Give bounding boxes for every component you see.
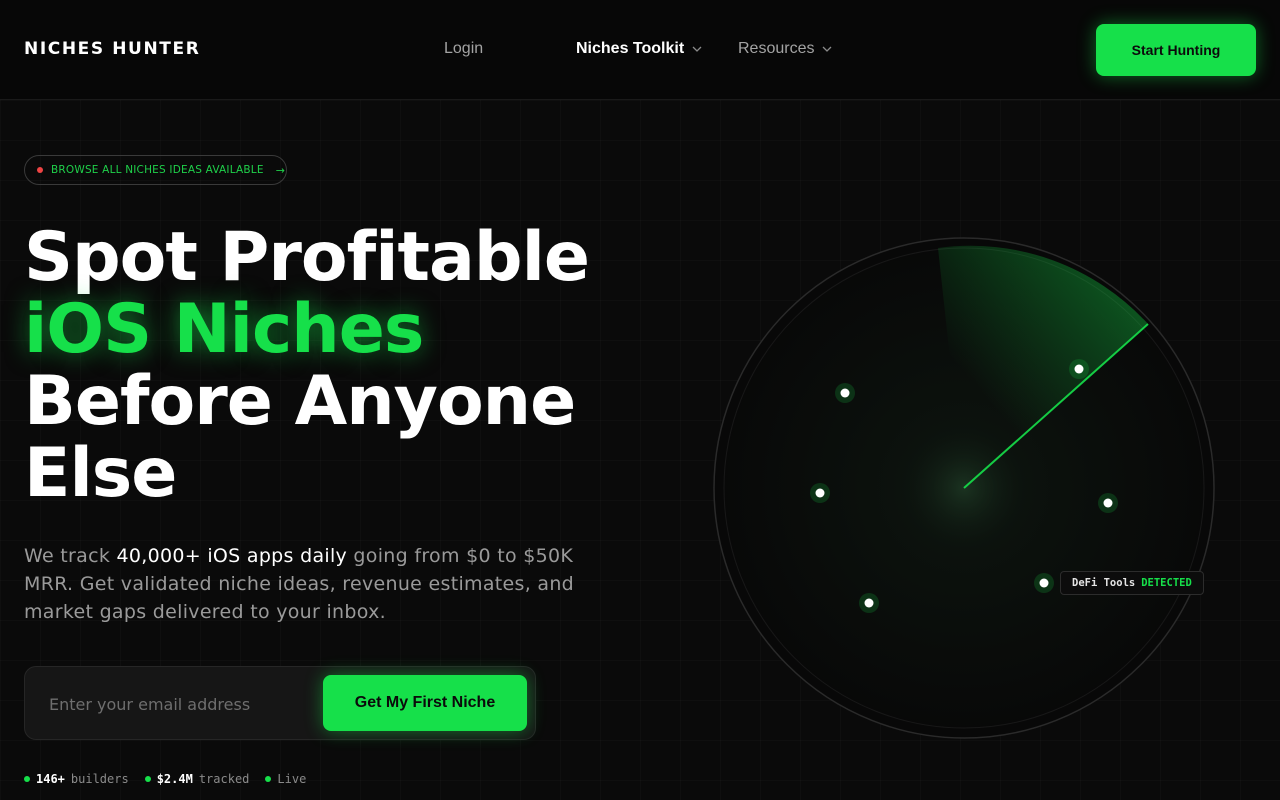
stat-builders-value: 146+ xyxy=(36,772,65,786)
hero-title-line-4: Else xyxy=(24,434,177,513)
status-dot-icon xyxy=(24,776,30,782)
stat-tracked-label: tracked xyxy=(198,772,250,786)
hero-title-line-3: Before Anyone xyxy=(24,362,576,441)
stat-builders: 146+ builders xyxy=(24,772,129,786)
arrow-right-icon: → xyxy=(275,163,286,177)
nav-niches-toolkit-label: Niches Toolkit xyxy=(576,40,685,57)
stat-builders-label: builders xyxy=(70,772,129,786)
stat-tracked: $2.4M tracked xyxy=(144,772,250,786)
browse-niches-label: BROWSE ALL NICHES IDEAS AVAILABLE xyxy=(51,164,264,176)
detected-niche-name: DeFi Tools xyxy=(1072,577,1136,589)
nav-login[interactable]: Login xyxy=(444,40,483,58)
detected-status: DETECTED xyxy=(1141,577,1192,589)
logo[interactable]: NICHES HUNTER xyxy=(24,39,200,59)
get-first-niche-button[interactable]: Get My First Niche xyxy=(323,675,527,731)
detected-niche-tag: DeFi Tools DETECTED xyxy=(1060,571,1204,595)
stat-live: Live xyxy=(265,772,306,786)
status-dot-icon xyxy=(37,167,43,173)
nav-niches-toolkit[interactable]: Niches Toolkit xyxy=(576,40,702,58)
email-signup-form: Get My First Niche xyxy=(24,666,536,740)
hero-title-line-2: iOS Niches xyxy=(24,290,424,369)
status-dot-icon xyxy=(144,776,151,782)
chevron-down-icon xyxy=(823,46,832,52)
stats-bar: 146+ builders $2.4M tracked Live xyxy=(24,772,306,786)
radar-icon xyxy=(713,237,1215,739)
start-hunting-button[interactable]: Start Hunting xyxy=(1096,24,1256,76)
nav-login-label: Login xyxy=(444,40,484,57)
email-input[interactable] xyxy=(49,691,329,717)
hero-description-pre: We track xyxy=(24,545,117,567)
chevron-down-icon xyxy=(692,46,702,52)
hero-description: We track 40,000+ iOS apps daily going fr… xyxy=(24,542,624,626)
stat-live-label: Live xyxy=(277,772,307,786)
hero-description-highlight: 40,000+ iOS apps daily xyxy=(116,545,348,567)
hero-title-line-1: Spot Profitable xyxy=(24,218,590,297)
hero-title: Spot Profitable iOS Niches Before Anyone… xyxy=(24,222,664,510)
nav-resources-label: Resources xyxy=(738,40,815,57)
stat-tracked-value: $2.4M xyxy=(156,772,193,786)
status-dot-icon xyxy=(265,776,272,782)
nav-resources[interactable]: Resources xyxy=(738,40,832,58)
top-nav: NICHES HUNTER Login Niches Toolkit Resou… xyxy=(0,0,1280,100)
browse-niches-pill[interactable]: BROWSE ALL NICHES IDEAS AVAILABLE → xyxy=(24,155,287,185)
